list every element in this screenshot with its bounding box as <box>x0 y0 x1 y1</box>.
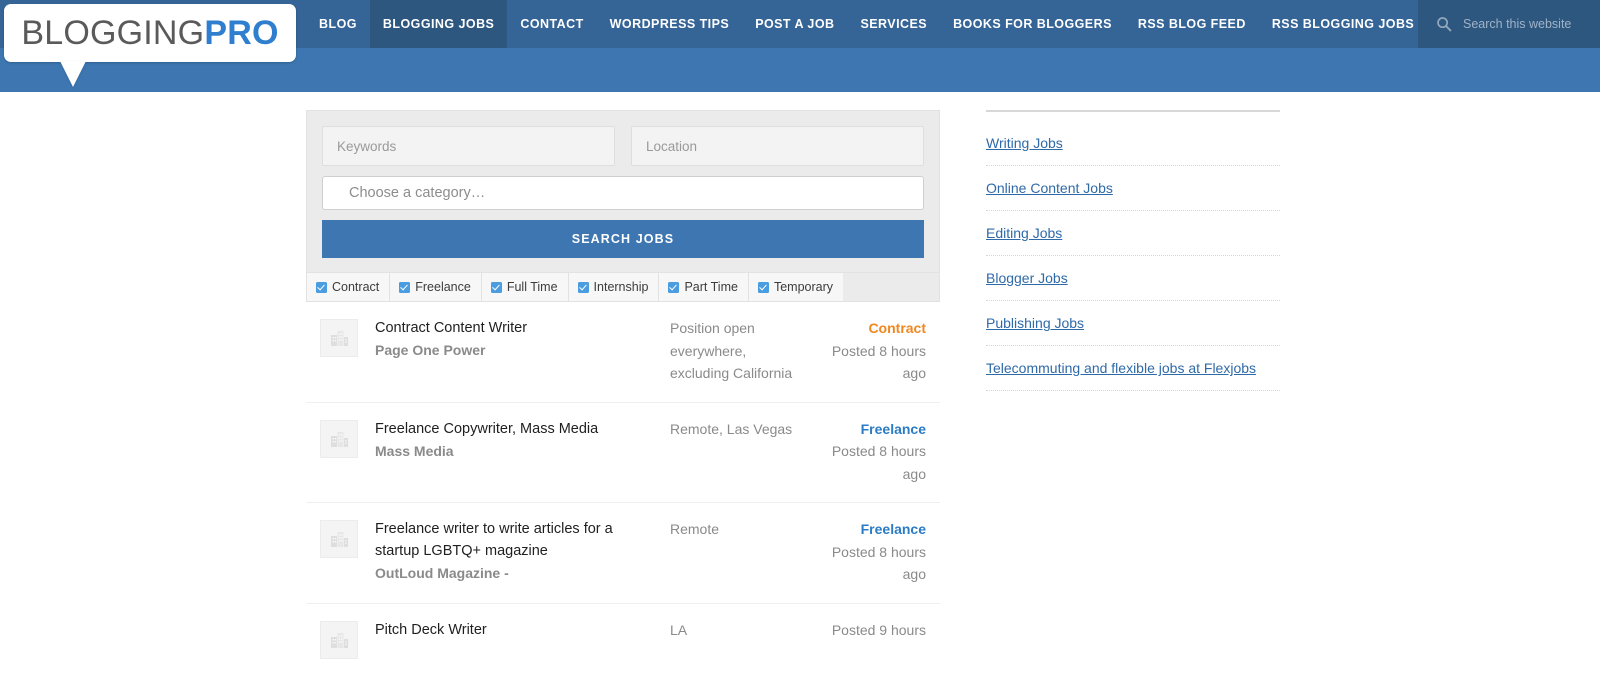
job-listing-row[interactable]: Pitch Deck Writer LA Posted 9 hours <box>306 604 940 675</box>
sidebar: Writing Jobs Online Content Jobs Editing J… <box>986 110 1280 404</box>
filter-temporary[interactable]: Temporary <box>748 273 843 301</box>
filter-label: Full Time <box>506 280 558 294</box>
job-posted-date: Posted 9 hours <box>831 621 926 638</box>
checkbox-checked-icon[interactable] <box>316 281 327 293</box>
sidebar-link-telecommuting-and-flexible-jobs-at-flexjobs[interactable]: Telecommuting and flexible jobs at Flexj… <box>986 360 1256 376</box>
job-meta: Freelance Posted 8 hours ago <box>820 518 940 586</box>
sidebar-link-item: Telecommuting and flexible jobs at Flexj… <box>986 359 1280 391</box>
job-meta: Freelance Posted 8 hours ago <box>820 418 940 486</box>
job-primary-info: Freelance Copywriter, Mass Media Mass Med… <box>375 418 670 462</box>
company-logo-placeholder-icon <box>320 419 358 458</box>
site-header: BLOGGINGPRO BLOG BLOGGING JOBS CONTACT WORD… <box>0 0 1600 92</box>
sidebar-link-item: Editing Jobs <box>986 224 1280 256</box>
nav-item-contact[interactable]: CONTACT <box>507 0 596 48</box>
job-listing-row[interactable]: Freelance Copywriter, Mass Media Mass Med… <box>306 403 940 503</box>
checkbox-checked-icon[interactable] <box>490 281 502 293</box>
search-icon <box>1436 16 1452 32</box>
filter-full-time[interactable]: Full Time <box>481 273 569 301</box>
nav-item-services[interactable]: SERVICES <box>847 0 940 48</box>
filter-label: Internship <box>593 280 649 294</box>
sidebar-link-publishing-jobs[interactable]: Publishing Jobs <box>986 315 1084 331</box>
company-logo-placeholder-icon <box>320 319 358 357</box>
filter-label: Part Time <box>684 280 738 294</box>
sidebar-link-blogger-jobs[interactable]: Blogger Jobs <box>986 270 1068 286</box>
job-meta: Contract Posted 8 hours ago <box>820 317 940 385</box>
job-title[interactable]: Freelance writer to write articles for a… <box>375 518 660 562</box>
job-type-filter-row: Contract Freelance Full Time Internship Part… <box>306 273 940 302</box>
search-input[interactable] <box>1461 16 1591 32</box>
filter-part-time[interactable]: Part Time <box>659 273 749 301</box>
sidebar-link-writing-jobs[interactable]: Writing Jobs <box>986 135 1063 151</box>
job-title[interactable]: Contract Content Writer <box>375 317 660 339</box>
logo-speech-bubble-tail <box>60 61 86 87</box>
job-location: Remote <box>670 521 720 537</box>
job-posted-date: Posted 8 hours ago <box>831 543 926 583</box>
job-location: LA <box>670 621 688 638</box>
job-title[interactable]: Freelance Copywriter, Mass Media <box>375 418 660 440</box>
primary-navigation: BLOG BLOGGING JOBS CONTACT WORDPRESS TIPS PO… <box>306 0 1466 48</box>
job-type-badge: Freelance <box>860 521 926 537</box>
checkbox-checked-icon[interactable] <box>577 281 589 293</box>
nav-item-rss-blog-feed[interactable]: RSS BLOG FEED <box>1125 0 1259 48</box>
site-search[interactable] <box>1418 0 1600 48</box>
filter-freelance[interactable]: Freelance <box>390 273 482 301</box>
filter-internship[interactable]: Internship <box>568 273 660 301</box>
job-primary-info: Contract Content Writer Page One Power <box>375 317 670 361</box>
job-primary-info: Pitch Deck Writer <box>375 619 670 641</box>
job-posted-date: Posted 8 hours ago <box>831 342 926 382</box>
checkbox-checked-icon[interactable] <box>757 281 769 293</box>
job-search-field-row <box>322 126 924 166</box>
site-logo-text: BLOGGINGPRO <box>21 16 278 50</box>
filter-label: Contract <box>332 280 380 294</box>
sidebar-link-item: Blogger Jobs <box>986 269 1280 301</box>
checkbox-checked-icon[interactable] <box>399 281 411 293</box>
logo-accent-text: PRO <box>204 14 279 52</box>
sidebar-link-list: Writing Jobs Online Content Jobs Editing J… <box>986 134 1280 391</box>
sidebar-link-item: Writing Jobs <box>986 134 1280 166</box>
sidebar-link-editing-jobs[interactable]: Editing Jobs <box>986 225 1062 241</box>
filter-label: Freelance <box>415 280 471 294</box>
nav-item-wordpress-tips[interactable]: WORDPRESS TIPS <box>597 0 743 48</box>
company-logo-placeholder-icon <box>320 620 358 659</box>
job-location: Position open everywhere, excluding Cali… <box>670 320 793 381</box>
job-listing-row[interactable]: Freelance writer to write articles for a… <box>306 503 940 604</box>
sidebar-link-online-content-jobs[interactable]: Online Content Jobs <box>986 180 1113 196</box>
filter-row-spacer <box>843 273 939 301</box>
job-company: Mass Media <box>375 442 454 459</box>
job-posted-date: Posted 8 hours ago <box>831 443 926 482</box>
location-input[interactable] <box>631 126 924 166</box>
job-search-form: Choose a category… SEARCH JOBS <box>306 110 940 273</box>
job-listing-row[interactable]: Contract Content Writer Page One Power Pos… <box>306 302 940 403</box>
job-location: Remote, Las Vegas <box>670 420 793 437</box>
logo-primary-text: BLOGGING <box>21 14 205 52</box>
job-primary-info: Freelance writer to write articles for a… <box>375 518 670 584</box>
company-logo-placeholder-icon <box>320 520 358 558</box>
checkbox-checked-icon[interactable] <box>668 281 680 293</box>
sidebar-link-item: Publishing Jobs <box>986 314 1280 346</box>
category-select[interactable]: Choose a category… <box>322 176 924 210</box>
search-jobs-button[interactable]: SEARCH JOBS <box>322 220 924 258</box>
nav-item-blogging-jobs[interactable]: BLOGGING JOBS <box>369 0 508 48</box>
nav-item-post-a-job[interactable]: POST A JOB <box>742 0 847 48</box>
nav-item-books-for-bloggers[interactable]: BOOKS FOR BLOGGERS <box>940 0 1125 48</box>
job-type-badge: Contract <box>868 320 926 336</box>
sidebar-divider <box>986 110 1280 112</box>
main-content-column: Choose a category… SEARCH JOBS Contract F… <box>306 110 940 675</box>
job-company: OutLoud Magazine - <box>375 565 509 581</box>
job-title[interactable]: Pitch Deck Writer <box>375 619 660 641</box>
job-company: Page One Power <box>375 342 486 358</box>
nav-item-blog[interactable]: BLOG <box>306 0 370 48</box>
sidebar-link-item: Online Content Jobs <box>986 179 1280 211</box>
job-listings: Contract Content Writer Page One Power Pos… <box>306 302 940 675</box>
keywords-input[interactable] <box>322 126 615 166</box>
filter-label: Temporary <box>773 280 833 294</box>
job-type-badge: Freelance <box>860 420 926 437</box>
filter-contract[interactable]: Contract <box>307 273 391 301</box>
job-meta: Posted 9 hours <box>820 619 940 642</box>
site-logo[interactable]: BLOGGINGPRO <box>4 4 296 62</box>
